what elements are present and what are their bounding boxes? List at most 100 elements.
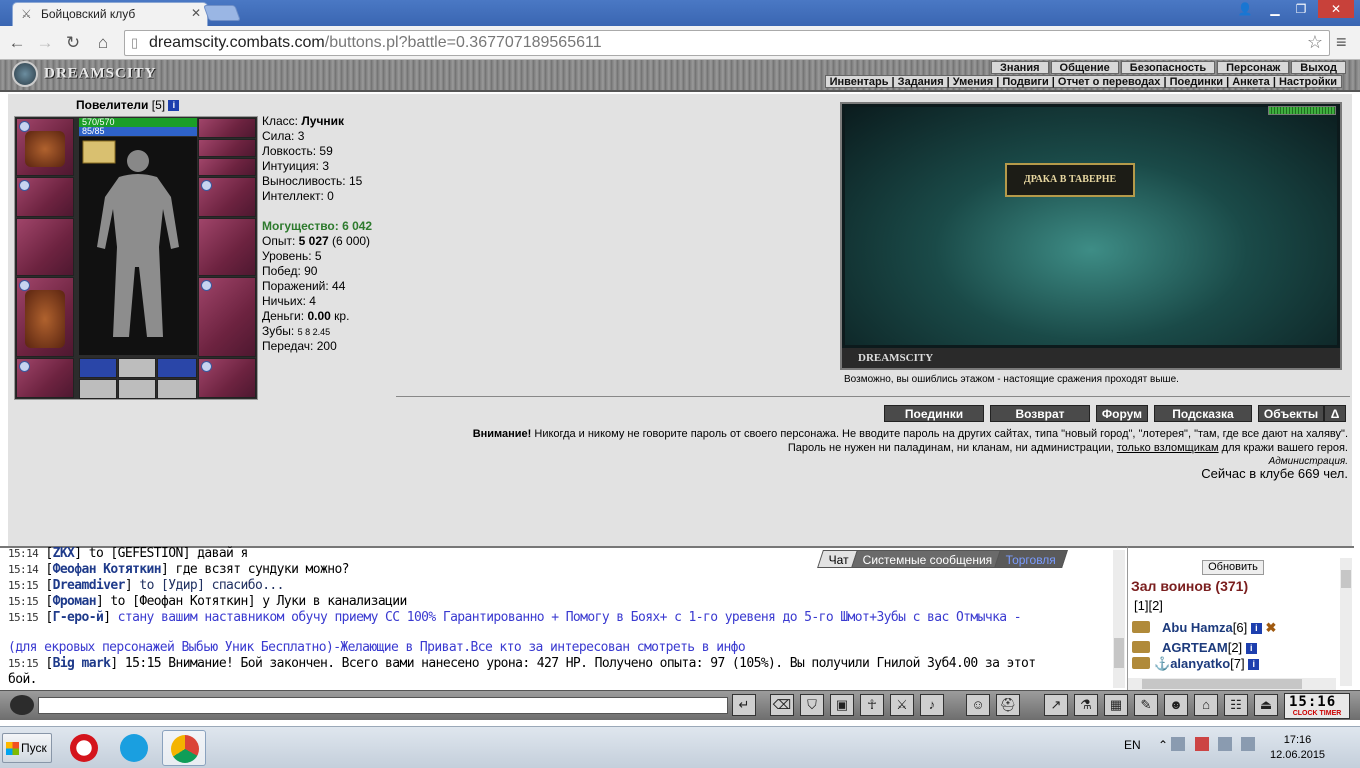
hackers-link[interactable]: только взломщикам bbox=[1117, 442, 1219, 454]
menu-security[interactable]: Безопасность bbox=[1120, 61, 1216, 74]
ring-slot-2[interactable] bbox=[198, 139, 256, 157]
eraser-icon[interactable]: ⌫ bbox=[770, 694, 794, 716]
menu-knowledge[interactable]: Знания bbox=[991, 61, 1049, 74]
belt-slot[interactable] bbox=[16, 358, 74, 398]
menu-exit[interactable]: Выход bbox=[1291, 61, 1346, 74]
url-input[interactable]: ▯ dreamscity.combats.com/buttons.pl?batt… bbox=[124, 30, 1330, 56]
player-name[interactable]: alanyatko bbox=[1170, 656, 1230, 671]
info-icon[interactable]: i bbox=[1250, 623, 1262, 634]
sub-menu[interactable]: Инвентарь | Задания | Умения | Подвиги |… bbox=[824, 75, 1342, 88]
forum-button[interactable]: Форум bbox=[1096, 405, 1148, 422]
empty-slot-2[interactable] bbox=[118, 379, 156, 399]
pages-nav[interactable]: [1][2] bbox=[1134, 598, 1163, 613]
chat-author[interactable]: Dreamdiver bbox=[53, 578, 126, 593]
menu-communication[interactable]: Общение bbox=[1050, 61, 1119, 74]
empty-slot-3[interactable] bbox=[157, 379, 197, 399]
chat-author[interactable]: ZKX bbox=[53, 546, 75, 561]
ring-slot-1[interactable] bbox=[198, 118, 256, 138]
chest-icon[interactable]: ▦ bbox=[1104, 694, 1128, 716]
rune-slot-3[interactable] bbox=[157, 358, 197, 378]
user-icon[interactable]: 👤 bbox=[1232, 0, 1258, 18]
restore-button[interactable]: ❐ bbox=[1288, 0, 1314, 18]
save-icon[interactable]: ▣ bbox=[830, 694, 854, 716]
smiley-icon[interactable]: ☺ bbox=[966, 694, 990, 716]
tray-arrow-icon[interactable]: ⌃ bbox=[1158, 738, 1168, 752]
smile-head-icon[interactable] bbox=[10, 695, 34, 715]
players-hscroll-thumb[interactable] bbox=[1142, 679, 1302, 689]
sound-icon[interactable]: ♪ bbox=[920, 694, 944, 716]
back-icon[interactable]: ← bbox=[6, 32, 28, 54]
armor-slot[interactable] bbox=[16, 277, 74, 357]
group-icon[interactable]: ☷ bbox=[1224, 694, 1248, 716]
tray-app-icon[interactable] bbox=[1171, 737, 1186, 751]
quiver-slot[interactable] bbox=[198, 218, 256, 276]
tab-system[interactable]: Системные сообщения bbox=[850, 550, 1005, 568]
empty-slot-1[interactable] bbox=[79, 379, 117, 399]
players-scrollbar[interactable] bbox=[1340, 558, 1352, 686]
duels-button[interactable]: Поединки bbox=[884, 405, 984, 422]
tray-device-icon[interactable] bbox=[1218, 737, 1233, 751]
send-icon[interactable]: ↵ bbox=[732, 694, 756, 716]
player-row[interactable]: AGRTEAM[2] i bbox=[1132, 640, 1257, 655]
house-icon[interactable]: ⌂ bbox=[1194, 694, 1218, 716]
filter-icon[interactable]: ⛉ bbox=[800, 694, 824, 716]
spear-icon[interactable]: ↗ bbox=[1044, 694, 1068, 716]
info-icon[interactable]: i bbox=[1245, 643, 1257, 654]
taskbar-chrome[interactable] bbox=[162, 730, 206, 766]
start-button[interactable]: Пуск bbox=[2, 733, 52, 763]
taskbar-clock[interactable]: 17:16 12.06.2015 bbox=[1270, 733, 1325, 763]
gloves-slot[interactable] bbox=[198, 177, 256, 217]
player-name[interactable]: Abu Hamza bbox=[1162, 620, 1233, 635]
close-tab-icon[interactable]: ✕ bbox=[191, 6, 201, 20]
pvp-icon[interactable]: ⚔ bbox=[890, 694, 914, 716]
return-button[interactable]: Возврат bbox=[990, 405, 1090, 422]
delta-button[interactable]: Δ bbox=[1324, 405, 1346, 422]
hint-button[interactable]: Подсказка bbox=[1154, 405, 1252, 422]
clock-timer[interactable]: 15:16 CLOCK TIMER bbox=[1284, 693, 1350, 719]
mask-icon[interactable]: ☻ bbox=[1164, 694, 1188, 716]
tray-volume-icon[interactable] bbox=[1241, 737, 1256, 751]
chat-author[interactable]: Г-еро-й bbox=[53, 610, 104, 625]
fighter-icon[interactable]: ☥ bbox=[860, 694, 884, 716]
objects-button[interactable]: Объекты bbox=[1258, 405, 1324, 422]
new-tab-button[interactable] bbox=[203, 5, 241, 21]
close-window-button[interactable]: ✕ bbox=[1318, 0, 1354, 18]
home-icon[interactable]: ⌂ bbox=[92, 32, 114, 54]
exit-icon[interactable]: ⏏ bbox=[1254, 694, 1278, 716]
chat-scrollbar[interactable] bbox=[1113, 550, 1125, 688]
tray-network-icon[interactable] bbox=[1194, 737, 1209, 751]
rune-slot-1[interactable] bbox=[79, 358, 117, 378]
bow-slot[interactable] bbox=[16, 218, 74, 276]
helmet-icon[interactable]: ⛑ bbox=[996, 694, 1020, 716]
player-name[interactable]: AGRTEAM bbox=[1162, 640, 1228, 655]
helmet-slot[interactable] bbox=[16, 118, 74, 176]
info-icon[interactable]: i bbox=[168, 100, 180, 111]
menu-character[interactable]: Персонаж bbox=[1217, 61, 1290, 74]
chat-author[interactable]: Фроман bbox=[53, 594, 97, 609]
language-indicator[interactable]: EN bbox=[1124, 738, 1141, 752]
refresh-button[interactable]: Обновить bbox=[1202, 560, 1264, 575]
rune-slot-2[interactable] bbox=[118, 358, 156, 378]
info-icon[interactable]: i bbox=[1248, 659, 1260, 670]
chat-scroll-thumb[interactable] bbox=[1114, 638, 1124, 668]
chat-input[interactable] bbox=[38, 697, 728, 714]
browser-menu-icon[interactable]: ≡ bbox=[1336, 32, 1347, 53]
ring-slot-3[interactable] bbox=[198, 158, 256, 176]
chat-author[interactable]: Феофан Котяткин bbox=[53, 562, 162, 577]
players-hscrollbar[interactable] bbox=[1128, 678, 1336, 690]
reload-icon[interactable]: ↻ bbox=[62, 32, 84, 54]
boots-slot[interactable] bbox=[198, 358, 256, 398]
bookmark-star-icon[interactable]: ☆ bbox=[1307, 32, 1323, 53]
taskbar-opera[interactable] bbox=[62, 730, 106, 766]
player-row[interactable]: ⚓alanyatko[7] i bbox=[1132, 656, 1260, 672]
character-name-text[interactable]: Повелители bbox=[76, 98, 148, 112]
scroll-icon[interactable]: ✎ bbox=[1134, 694, 1158, 716]
chat-author[interactable]: Big mark bbox=[53, 656, 111, 671]
potion-icon[interactable]: ⚗ bbox=[1074, 694, 1098, 716]
legs-slot[interactable] bbox=[198, 277, 256, 357]
tab-trade[interactable]: Торговля bbox=[994, 550, 1069, 568]
browser-tab[interactable]: ⚔ Бойцовский клуб ✕ bbox=[12, 2, 208, 26]
players-scroll-thumb[interactable] bbox=[1341, 570, 1351, 588]
bracers-slot[interactable] bbox=[16, 177, 74, 217]
taskbar-skype[interactable] bbox=[112, 730, 156, 766]
